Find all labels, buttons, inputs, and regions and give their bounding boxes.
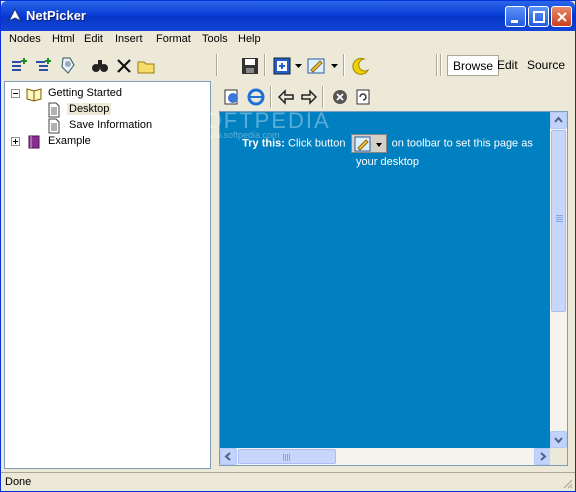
title-bar[interactable]: NetPicker [1,1,575,31]
hint-label: Try this: [242,137,285,150]
dropdown-arrow-icon[interactable] [331,64,338,68]
main-window: NetPicker Nodes Html Edit Insert Format … [0,0,576,492]
close-button[interactable] [551,6,572,27]
tree-toolbar [4,51,211,79]
toolbar-separator [343,54,345,76]
menu-edit[interactable]: Edit [84,33,103,45]
tree-item-example[interactable]: Example [5,134,210,150]
find-icon[interactable] [90,56,110,76]
node-properties-icon[interactable] [58,55,78,75]
menu-nodes[interactable]: Nodes [9,33,41,45]
delete-icon[interactable] [114,56,134,76]
tree-item-save-information[interactable]: Save Information [5,118,210,134]
scroll-left-button[interactable] [220,448,237,465]
expand-icon[interactable] [11,137,20,146]
resize-grip-icon[interactable] [561,477,573,489]
scroll-right-button[interactable] [534,448,551,465]
tree-item-label: Desktop [67,103,112,115]
hint-text: Try this: Click button on toolbar to set… [230,134,545,171]
scroll-up-button[interactable] [550,112,567,129]
closed-book-icon [28,135,40,149]
horizontal-scroll-thumb[interactable] [238,449,336,464]
refresh-icon[interactable] [353,87,373,107]
toolbar-separator [216,54,218,76]
internet-explorer-icon[interactable] [246,87,266,107]
open-book-icon [26,88,42,102]
vertical-scroll-thumb[interactable] [551,130,566,312]
menu-help[interactable]: Help [238,33,261,45]
browser-toolbar [214,83,574,111]
add-node-icon[interactable] [10,56,30,76]
tab-source[interactable]: Source [522,55,570,76]
horizontal-scrollbar[interactable] [220,448,551,465]
stop-icon[interactable] [330,87,350,107]
page-icon [48,118,60,134]
browser-view[interactable]: SOFTPEDIA www.softpedia.com Try this: Cl… [188,108,568,466]
node-tree[interactable]: Getting Started Desktop Save Information [4,81,211,469]
set-desktop-icon[interactable] [306,56,326,76]
app-icon [7,8,23,23]
status-bar: Done [1,472,575,491]
left-pane: Getting Started Desktop Save Information [4,51,211,469]
forward-arrow-icon[interactable] [299,87,319,107]
minimize-button[interactable] [505,6,526,27]
tree-item-label: Example [48,135,91,147]
night-mode-icon[interactable] [351,56,371,76]
add-child-node-icon[interactable] [34,56,54,76]
toolbar-separator [440,54,442,76]
menu-bar: Nodes Html Edit Insert Format Tools Help [1,31,575,50]
menu-insert[interactable]: Insert [115,33,143,45]
page-icon [48,102,60,118]
scroll-down-button[interactable] [550,431,567,448]
tree-item-getting-started[interactable]: Getting Started [5,86,210,102]
menu-html[interactable]: Html [52,33,75,45]
tree-item-label: Getting Started [48,87,122,99]
scrollbar-corner [550,448,567,465]
main-toolbar: Browse Edit Source [214,51,574,79]
dropdown-arrow-icon[interactable] [295,64,302,68]
collapse-icon[interactable] [11,89,20,98]
back-arrow-icon[interactable] [276,87,296,107]
toolbar-separator [270,86,272,108]
open-folder-icon[interactable] [136,56,156,76]
right-pane: Browse Edit Source SOFTPEDIA www.softped… [188,51,574,469]
tree-item-desktop[interactable]: Desktop [5,102,210,118]
menu-format[interactable]: Format [156,33,191,45]
menu-tools[interactable]: Tools [202,33,228,45]
tree-item-label: Save Information [69,119,153,131]
view-frame-icon[interactable] [272,56,292,76]
set-desktop-button-preview [350,134,387,153]
toolbar-separator [436,54,438,76]
vertical-scrollbar[interactable] [550,112,567,448]
toolbar-separator [322,86,324,108]
page-content: SOFTPEDIA www.softpedia.com Try this: Cl… [188,108,551,448]
status-text: Done [5,476,32,488]
open-page-icon[interactable] [222,87,242,107]
tab-edit[interactable]: Edit [492,55,523,76]
maximize-button[interactable] [528,6,549,27]
save-icon[interactable] [240,56,260,76]
window-title: NetPicker [26,8,86,23]
toolbar-separator [264,54,266,76]
